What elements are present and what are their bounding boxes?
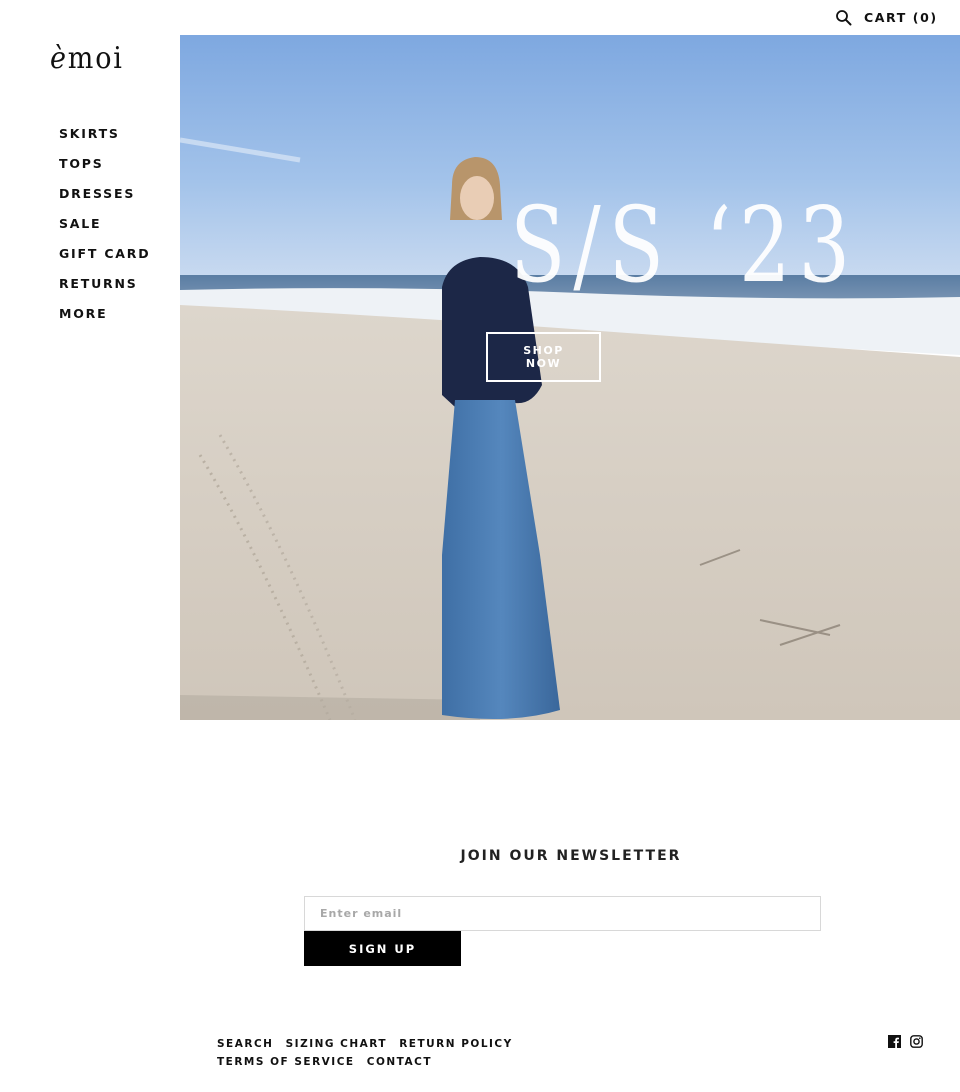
sidebar-item-more[interactable]: MORE xyxy=(59,306,150,336)
sidebar-nav: SKIRTS TOPS DRESSES SALE GIFT CARD RETUR… xyxy=(59,126,150,336)
facebook-icon xyxy=(888,1035,901,1048)
footer-links: SEARCH SIZING CHART RETURN POLICY TERMS … xyxy=(217,1035,617,1071)
sidebar-item-returns[interactable]: RETURNS xyxy=(59,276,150,306)
footer-link-return-policy[interactable]: RETURN POLICY xyxy=(399,1038,513,1050)
logo[interactable]: èmoi xyxy=(50,44,124,74)
logo-text: moi xyxy=(67,41,124,76)
footer-link-sizing-chart[interactable]: SIZING CHART xyxy=(286,1038,387,1050)
sidebar-item-gift-card[interactable]: GIFT CARD xyxy=(59,246,150,276)
sidebar-item-tops[interactable]: TOPS xyxy=(59,156,150,186)
instagram-link[interactable] xyxy=(910,1033,923,1048)
footer-link-terms-of-service[interactable]: TERMS OF SERVICE xyxy=(217,1056,355,1068)
hero-banner[interactable]: S/S ‘23 SHOP NOW xyxy=(180,35,960,720)
shop-now-line2: NOW xyxy=(525,357,562,370)
logo-accent: è xyxy=(50,41,68,76)
facebook-link[interactable] xyxy=(888,1033,901,1048)
sign-up-button[interactable]: SIGN UP xyxy=(304,931,461,966)
sidebar-item-dresses[interactable]: DRESSES xyxy=(59,186,150,216)
shop-now-line1: SHOP xyxy=(523,344,564,357)
hero-title: S/S ‘23 xyxy=(510,184,858,306)
top-bar: CART (0) xyxy=(0,0,960,35)
footer-link-search[interactable]: SEARCH xyxy=(217,1038,273,1050)
footer-link-contact[interactable]: CONTACT xyxy=(367,1056,432,1068)
sidebar-item-sale[interactable]: SALE xyxy=(59,216,150,246)
cart-link[interactable]: CART (0) xyxy=(864,10,938,25)
search-button[interactable] xyxy=(835,9,853,27)
shop-now-button[interactable]: SHOP NOW xyxy=(486,332,601,382)
sidebar-item-skirts[interactable]: SKIRTS xyxy=(59,126,150,156)
email-input[interactable] xyxy=(304,896,821,931)
search-icon xyxy=(836,10,852,26)
instagram-icon xyxy=(910,1035,923,1048)
newsletter-title: JOIN OUR NEWSLETTER xyxy=(460,848,682,864)
